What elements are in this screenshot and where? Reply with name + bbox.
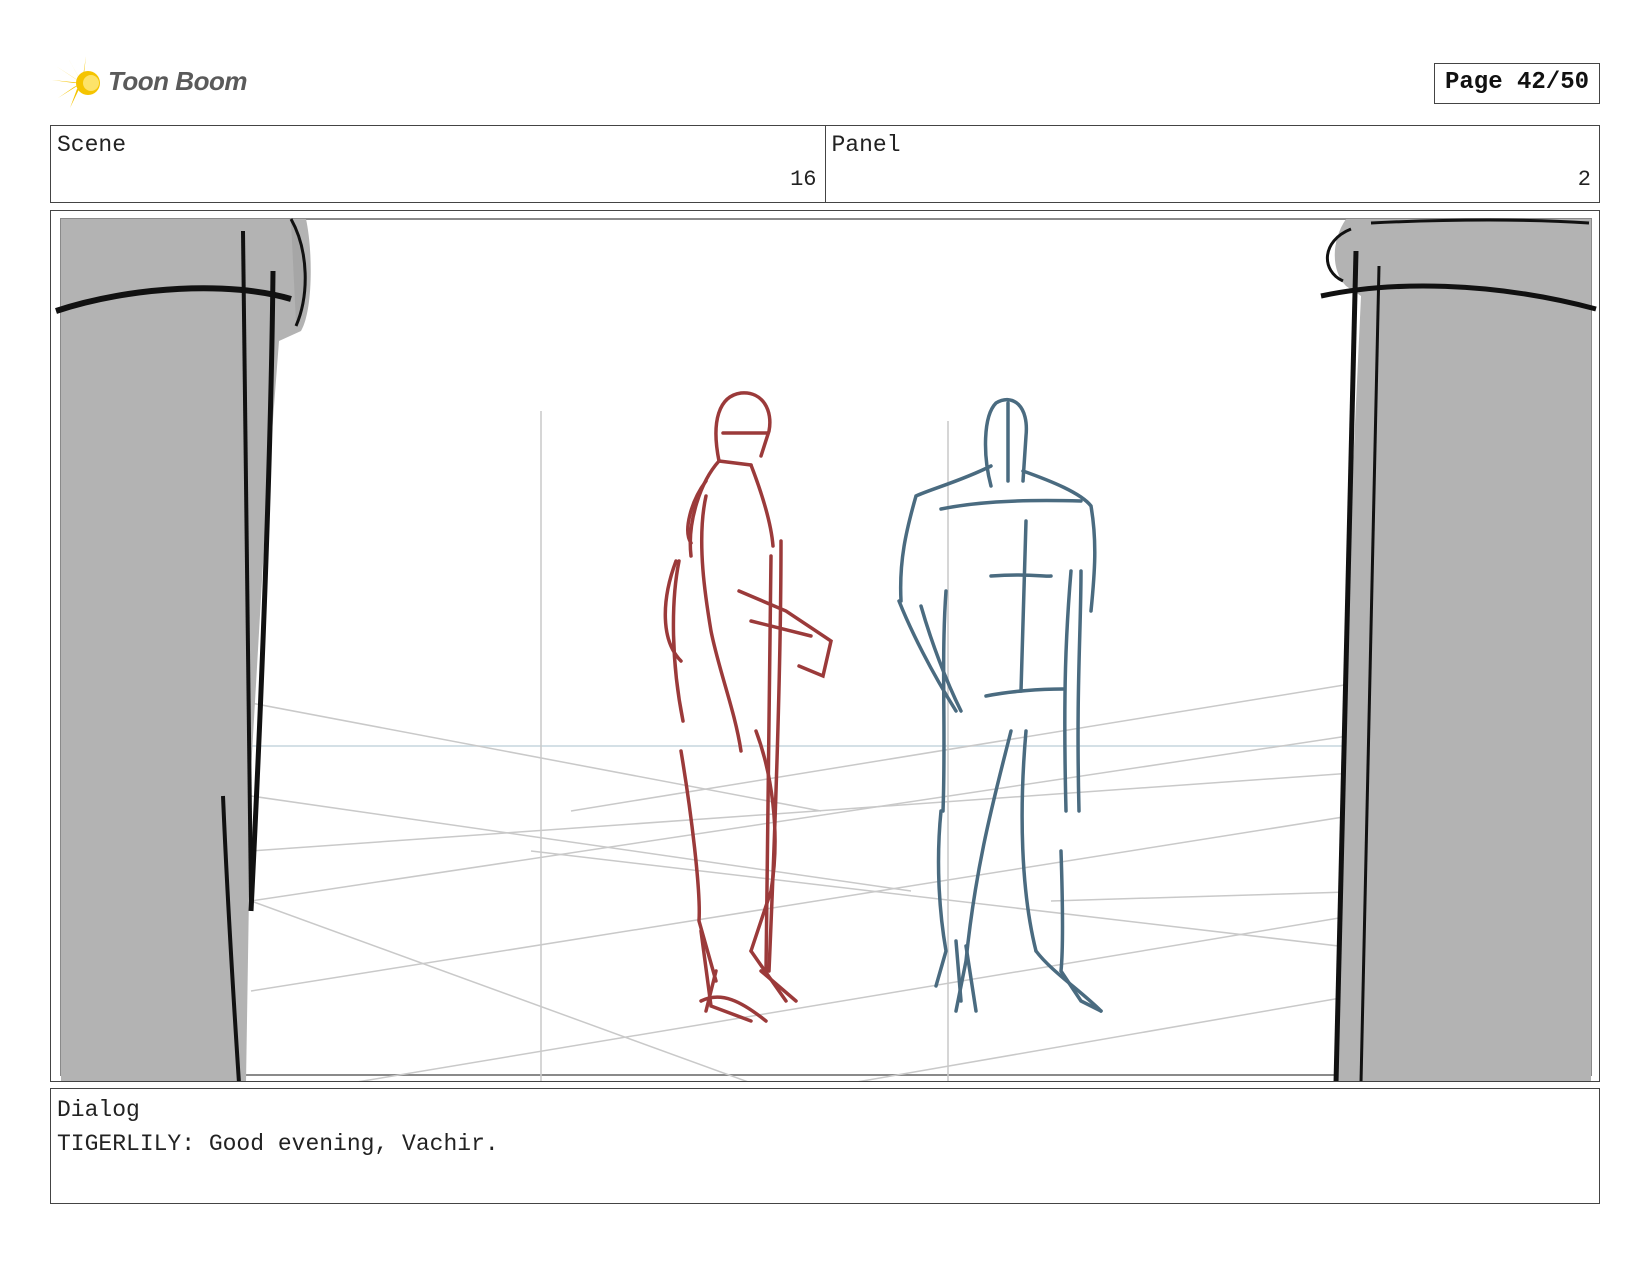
scene-label: Scene [57, 132, 127, 158]
storyboard-panel-image [50, 210, 1600, 1082]
panel-label: Panel [831, 132, 901, 158]
panel-number: 2 [1577, 167, 1591, 192]
scene-panel-header: Scene 16 Panel 2 [50, 125, 1600, 203]
page-number-badge: Page 42/50 [1434, 63, 1600, 104]
right-character-sketch [897, 397, 1103, 1013]
starburst-icon [52, 56, 100, 108]
logo-text: Toon Boom [108, 66, 247, 96]
left-pillar [55, 218, 311, 1081]
left-character-sketch [663, 391, 833, 1023]
right-pillar [1320, 218, 1597, 1081]
dialog-box: Dialog TIGERLILY: Good evening, Vachir. [50, 1088, 1600, 1204]
storyboard-sketch [55, 218, 1597, 1081]
floor-grid [250, 411, 1382, 1081]
dialog-text: TIGERLILY: Good evening, Vachir. [57, 1131, 499, 1157]
scene-number: 16 [790, 167, 817, 192]
dialog-label: Dialog [57, 1097, 140, 1123]
scene-cell: Scene 16 [51, 126, 825, 202]
panel-cell: Panel 2 [824, 126, 1600, 202]
toon-boom-logo: Toon Boom [52, 56, 312, 112]
